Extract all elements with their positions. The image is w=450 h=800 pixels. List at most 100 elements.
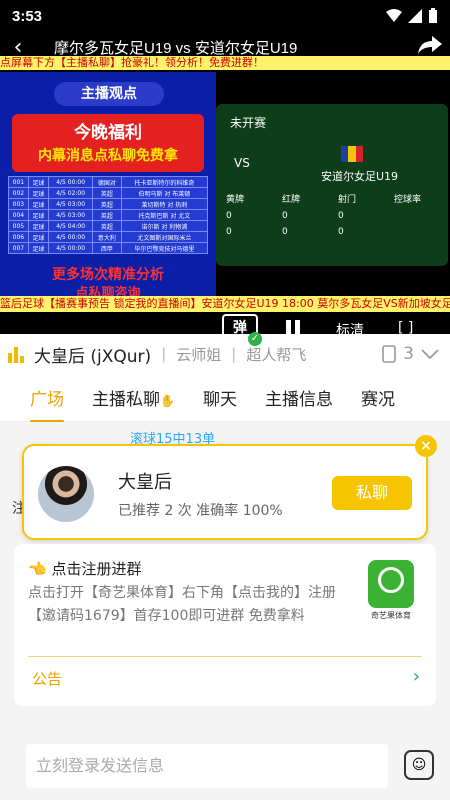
poster-banner: 今晚福利 内幕消息点私聊免费拿	[12, 114, 204, 172]
chevron-right-icon[interactable]: ›	[413, 666, 420, 687]
stat-value: 0	[282, 227, 288, 237]
anchor-popup-card: × 大皇后 已推荐 2 次 准确率 100% 私聊	[22, 435, 437, 540]
ticker-bottom: 篮后足球【播赛事预告 锁定我的直播间】安道尔女足U19 18:00 莫尔多瓦女足…	[0, 296, 450, 312]
poster-cell: 4/5 00:00	[48, 242, 93, 254]
poster-row: 006 足球 4/5 00:00 意大利 尤文图斯对国际米兰	[8, 231, 209, 243]
poster-header: 主播观点	[54, 82, 164, 106]
stat-header: 黄牌	[226, 195, 245, 205]
pause-icon[interactable]	[286, 320, 304, 338]
sticker-icon[interactable]: ☺	[404, 750, 434, 780]
poster-row: 002 足球 4/5 02:00 英超 伯明乌斯 对 布莱顿	[8, 187, 209, 199]
divider: |	[161, 345, 167, 363]
status-time: 3:53	[12, 7, 43, 25]
poster-cell: 足球	[27, 176, 50, 188]
poster-cell: 足球	[27, 220, 50, 232]
anchor-tag-1[interactable]: 云师姐	[176, 344, 221, 365]
stat-value: 0	[338, 227, 344, 237]
quality-button[interactable]: 标清	[336, 320, 364, 340]
stat-header: 红牌	[282, 195, 301, 205]
poster-cell: 4/5 02:00	[48, 187, 93, 199]
video-topbar: ‹ 摩尔多瓦女足U19 vs 安道尔女足U19	[0, 32, 450, 62]
close-icon[interactable]: ×	[415, 435, 437, 457]
app-logo-icon[interactable]	[368, 560, 414, 608]
poster-row: 005 足球 4/5 04:00 英超 诺尔斯 对 利物浦	[8, 220, 209, 232]
poster-cell: 足球	[27, 187, 50, 199]
fullscreen-icon[interactable]: [ ]	[398, 320, 413, 336]
tab-square[interactable]: 广场	[0, 385, 78, 423]
divider	[28, 656, 422, 657]
stat-value: 0	[338, 211, 344, 221]
chevron-down-icon[interactable]	[420, 348, 440, 360]
tab-match-status[interactable]: 赛况	[347, 385, 409, 410]
poster-cell: 英超	[91, 187, 122, 199]
poster-cell: 英超	[91, 209, 122, 221]
poster-cell: 西甲	[91, 242, 122, 254]
poster-cell: 4/5 00:00	[48, 176, 93, 188]
vs-label: VS	[234, 156, 250, 170]
player-controls: 弹 ✓ 标清 [ ]	[0, 314, 450, 346]
poster-cell: 004	[8, 209, 29, 221]
poster-cell: 足球	[27, 209, 50, 221]
share-icon[interactable]	[410, 36, 450, 58]
poster-cell: 001	[8, 176, 29, 188]
poster-footer-1: 更多场次精准分析	[52, 267, 164, 283]
poster-cell: 4/5 00:00	[48, 231, 93, 243]
stat-header: 射门	[338, 195, 357, 205]
divider: |	[231, 345, 237, 363]
promo-poster: 主播观点 今晚福利 内幕消息点私聊免费拿 001 足球 4/5 00:00 德国对 托卡…	[0, 72, 216, 300]
match-status: 未开赛	[230, 116, 267, 130]
wifi-icon	[386, 9, 402, 22]
tab-chat[interactable]: 聊天	[189, 385, 251, 410]
pointing-hand-icon: 👈	[28, 560, 47, 578]
signal-icon	[408, 9, 422, 23]
danmu-label: 弹	[233, 320, 247, 336]
anchor-popup-name: 大皇后	[118, 472, 172, 493]
viewer-count-value: 3	[403, 344, 414, 364]
team-name: 安道尔女足U19	[321, 170, 399, 183]
anchor-tag-2[interactable]: 超人帮飞	[246, 344, 306, 365]
tab-bar: 广场 主播私聊✋ 聊天 主播信息 赛况	[0, 374, 450, 423]
viewer-count[interactable]: 3	[381, 344, 450, 364]
private-chat-button[interactable]: 私聊	[332, 476, 412, 510]
poster-row: 007 足球 4/5 00:00 西甲 毕尔巴鄂竞技对马德里	[8, 242, 209, 254]
stat-header: 控球率	[394, 195, 422, 205]
poster-cell: 德国对	[91, 176, 122, 188]
app-logo-label: 奇艺果体育	[371, 611, 411, 620]
poster-cell: 足球	[27, 242, 50, 254]
andorra-flag-icon	[341, 146, 363, 162]
message-input[interactable]: 立刻登录发送信息	[26, 744, 388, 788]
poster-cell: 伯明乌斯 对 布莱顿	[120, 187, 209, 199]
stat-value	[390, 211, 446, 221]
poster-cell: 诺尔斯 对 利物浦	[120, 220, 209, 232]
tab-anchor-info[interactable]: 主播信息	[251, 385, 347, 410]
scoreboard: 未开赛 VS 安道尔女足U19 黄牌 红牌 射门 控球率 0 0 0 0 0 0	[216, 104, 448, 266]
poster-cell: 足球	[27, 198, 50, 210]
poster-row: 001 足球 4/5 00:00 德国对 托卡亚斯特尔的科维奇	[8, 176, 209, 188]
poster-cell: 005	[8, 220, 29, 232]
status-bar: 3:53	[0, 0, 450, 32]
video-player[interactable]: ‹ 摩尔多瓦女足U19 vs 安道尔女足U19 点屏幕下方【主播私聊】抢豪礼！领…	[0, 32, 450, 346]
poster-cell: 托卡亚斯特尔的科维奇	[120, 176, 209, 188]
poster-subline: 内幕消息点私聊免费拿	[38, 148, 178, 164]
poster-cell: 002	[8, 187, 29, 199]
danmu-toggle-button[interactable]: 弹 ✓	[222, 314, 262, 346]
poster-cell: 英超	[91, 198, 122, 210]
back-icon[interactable]: ‹	[0, 35, 36, 60]
poster-row: 004 足球 4/5 03:00 英超 托克斯巴斯 对 尤文	[8, 209, 209, 221]
poster-cell: 尤文图斯对国际米兰	[120, 231, 209, 243]
tab-private-chat[interactable]: 主播私聊✋	[78, 385, 189, 410]
announcement-link[interactable]: 公告	[32, 668, 62, 689]
battery-icon	[429, 8, 437, 23]
avatar[interactable]	[38, 466, 94, 522]
stat-value: 0	[226, 227, 232, 237]
poster-cell: 意大利	[91, 231, 122, 243]
live-bars-icon	[8, 345, 28, 363]
stat-value: 0	[282, 211, 288, 221]
notice-card: 👈 点击注册进群 点击打开【奇艺果体育】右下角【点击我的】注册【邀请码1679】…	[14, 544, 436, 706]
poster-cell: 4/5 04:00	[48, 220, 93, 232]
stat-value: 0	[226, 211, 232, 221]
poster-cell: 莱切斯特 对 热刺	[120, 198, 209, 210]
hand-icon: ✋	[160, 394, 175, 408]
bottom-input-bar: 立刻登录发送信息 ☺	[0, 730, 450, 800]
poster-cell: 4/5 03:00	[48, 198, 93, 210]
